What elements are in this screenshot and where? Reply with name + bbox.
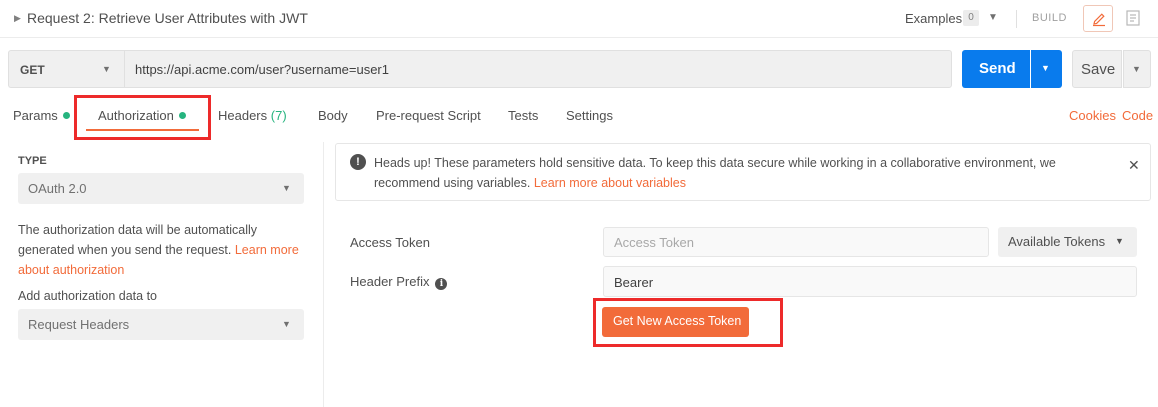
add-data-to-select[interactable]: Request Headers ▼ [18, 309, 304, 340]
save-button-label: Save [1081, 61, 1116, 78]
highlight-box-authorization [74, 95, 211, 140]
tab-body[interactable]: Body [318, 108, 348, 123]
auth-type-panel: TYPE OAuth 2.0 ▼ The authorization data … [0, 142, 324, 407]
auth-type-select[interactable]: OAuth 2.0 ▼ [18, 173, 304, 204]
chevron-down-icon: ▼ [1041, 63, 1050, 73]
header-prefix-label: Header Prefix [350, 274, 430, 289]
access-token-input[interactable]: Access Token [603, 227, 989, 257]
tab-label: Params [13, 108, 58, 123]
header-prefix-value: Bearer [614, 275, 654, 290]
info-icon[interactable]: i [435, 278, 448, 290]
chevron-down-icon: ▼ [282, 319, 291, 329]
chevron-down-icon: ▼ [282, 183, 291, 193]
auth-description-text: The authorization data will be automatic… [18, 223, 258, 257]
code-link[interactable]: Code [1122, 108, 1153, 123]
tab-headers[interactable]: Headers (7) [218, 108, 287, 123]
status-dot-icon [62, 112, 70, 119]
documentation-button[interactable] [1118, 5, 1148, 32]
chevron-down-icon: ▼ [102, 64, 111, 74]
document-icon [1126, 10, 1140, 26]
alert-text: Heads up! These parameters hold sensitiv… [374, 156, 1056, 190]
send-options-button[interactable]: ▼ [1031, 50, 1062, 88]
save-button[interactable]: Save [1072, 50, 1122, 88]
tab-pre-request-script[interactable]: Pre-request Script [376, 108, 481, 123]
auth-type-value: OAuth 2.0 [28, 181, 87, 196]
highlight-box-get-token [593, 298, 783, 347]
url-input[interactable]: https://api.acme.com/user?username=user1 [124, 50, 952, 88]
tab-params[interactable]: Params [13, 108, 70, 123]
learn-more-variables-link[interactable]: Learn more about variables [534, 176, 686, 190]
headers-count: (7) [270, 108, 287, 123]
request-title-bar: ▶ Request 2: Retrieve User Attributes wi… [0, 0, 1158, 38]
divider [1016, 10, 1017, 28]
access-token-label: Access Token [350, 235, 430, 250]
chevron-down-icon: ▼ [1115, 236, 1124, 246]
available-tokens-label: Available Tokens [1008, 234, 1106, 249]
tab-settings[interactable]: Settings [566, 108, 613, 123]
access-token-placeholder: Access Token [614, 235, 694, 250]
close-icon[interactable]: ✕ [1128, 157, 1140, 174]
request-title[interactable]: Request 2: Retrieve User Attributes with… [27, 10, 308, 26]
warning-icon: ! [350, 154, 366, 170]
url-value: https://api.acme.com/user?username=user1 [135, 62, 389, 77]
tab-tests[interactable]: Tests [508, 108, 538, 123]
method-value: GET [20, 63, 45, 77]
available-tokens-select[interactable]: Available Tokens ▼ [998, 227, 1137, 257]
edit-button[interactable] [1083, 5, 1113, 32]
header-prefix-input[interactable]: Bearer [603, 266, 1137, 297]
sensitive-data-alert: ! Heads up! These parameters hold sensit… [335, 143, 1151, 201]
method-select[interactable]: GET ▼ [8, 50, 124, 88]
type-label: TYPE [18, 155, 47, 167]
examples-count-badge: 0 [963, 10, 979, 26]
tab-label: Pre-request Script [376, 108, 481, 123]
tab-label: Body [318, 108, 348, 123]
send-button[interactable]: Send [962, 50, 1030, 88]
tab-label: Tests [508, 108, 539, 123]
auth-description: The authorization data will be automatic… [18, 220, 310, 280]
build-mode-label[interactable]: BUILD [1032, 12, 1067, 24]
examples-dropdown-label[interactable]: Examples [905, 11, 962, 26]
chevron-down-icon[interactable]: ▼ [988, 12, 998, 23]
tab-label: Headers [218, 108, 268, 123]
add-data-to-label: Add authorization data to [18, 289, 157, 303]
header-prefix-field: Header Prefix i [350, 274, 448, 290]
save-options-button[interactable]: ▼ [1123, 50, 1151, 88]
pencil-icon [1093, 13, 1105, 27]
tab-label: Settings [566, 108, 613, 123]
alert-message: Heads up! These parameters hold sensitiv… [374, 153, 1094, 193]
send-button-label: Send [979, 60, 1016, 77]
chevron-down-icon: ▼ [1132, 64, 1141, 74]
expand-caret-icon[interactable]: ▶ [14, 13, 21, 24]
cookies-link[interactable]: Cookies [1069, 108, 1116, 123]
add-data-to-value: Request Headers [28, 317, 130, 332]
